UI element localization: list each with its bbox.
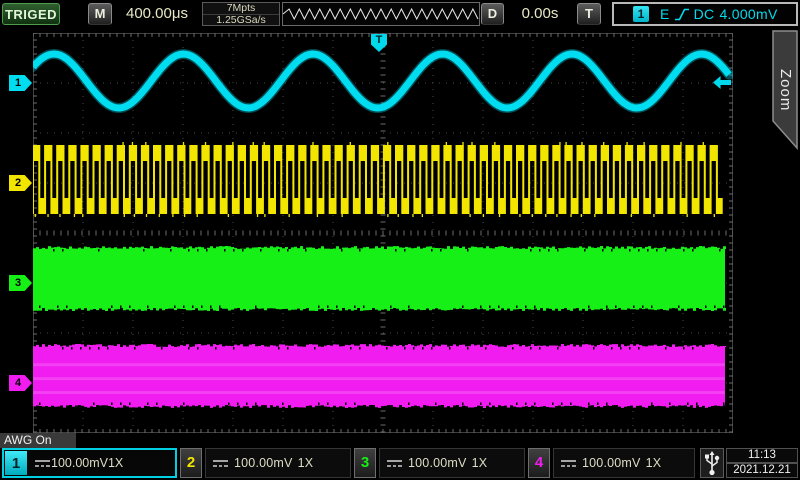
channel-2-badge[interactable]: 2 xyxy=(180,448,202,478)
acquisition-info-box: 7Mpts 1.25GSa/s xyxy=(202,2,280,26)
channel-1-status-block[interactable]: 1 100.00mV 1X xyxy=(2,448,177,478)
dc-coupling-icon xyxy=(212,458,229,468)
sample-rate: 1.25GSa/s xyxy=(203,15,279,26)
clock-date: 2021.12.21 xyxy=(726,463,798,478)
delay-menu-button[interactable]: D xyxy=(481,3,504,25)
usb-status-box xyxy=(700,448,724,478)
trigger-type-label: E xyxy=(660,6,670,22)
channel-3-scale: 100.00mV xyxy=(408,456,467,470)
trigger-info-box: 1 E DC 4.000mV xyxy=(612,2,798,26)
rising-edge-icon xyxy=(674,7,690,22)
timebase-readout: 400.00μs xyxy=(112,3,202,25)
trigger-level-readout: 4.000mV xyxy=(719,6,777,22)
channel-3-status-block[interactable]: 100.00mV 1X xyxy=(379,448,525,478)
waveform-preview-zigzag-icon xyxy=(283,3,479,25)
oscilloscope-screen: TRIGED M 400.00μs 7Mpts 1.25GSa/s D 0.00… xyxy=(0,0,800,480)
usb-icon xyxy=(704,450,720,476)
channel-2-position-marker[interactable]: 2 xyxy=(9,175,32,191)
trigger-source-channel-badge: 1 xyxy=(633,6,649,22)
channel-2-probe: 1X xyxy=(298,456,314,470)
channel-1-scale: 100.00mV xyxy=(51,456,108,470)
waveform-preview xyxy=(282,2,480,26)
dc-coupling-icon xyxy=(34,458,51,468)
clock-time: 11:13 xyxy=(726,448,798,463)
awg-status-label: AWG On xyxy=(0,433,76,448)
channel-4-badge[interactable]: 4 xyxy=(528,448,550,478)
channel-4-status-block[interactable]: 100.00mV 1X xyxy=(553,448,695,478)
channel-2-status-block[interactable]: 100.00mV 1X xyxy=(205,448,351,478)
channel-4-scale: 100.00mV xyxy=(582,456,641,470)
trigger-menu-button[interactable]: T xyxy=(577,3,601,25)
graticule-and-waveforms xyxy=(33,33,733,433)
channel-3-probe: 1X xyxy=(472,456,488,470)
channel-2-scale: 100.00mV xyxy=(234,456,293,470)
channel-3-badge[interactable]: 3 xyxy=(354,448,376,478)
channel-1-badge[interactable]: 1 xyxy=(5,451,27,475)
channel-4-probe: 1X xyxy=(646,456,662,470)
trigger-coupling-label: DC xyxy=(694,6,715,22)
zoom-tab-label: Zoom xyxy=(776,52,794,128)
horizontal-menu-button[interactable]: M xyxy=(88,3,112,25)
channel-3-position-marker[interactable]: 3 xyxy=(9,275,32,291)
channel-1-position-marker[interactable]: 1 xyxy=(9,75,32,91)
top-status-bar: TRIGED M 400.00μs 7Mpts 1.25GSa/s D 0.00… xyxy=(0,0,800,29)
trigger-status-badge: TRIGED xyxy=(2,3,60,25)
zoom-side-tab[interactable]: Zoom xyxy=(772,30,798,150)
dc-coupling-icon xyxy=(386,458,403,468)
channel-1-probe: 1X xyxy=(108,456,123,470)
horizontal-delay-readout: 0.00s xyxy=(505,3,575,25)
channel-4-position-marker[interactable]: 4 xyxy=(9,375,32,391)
dc-coupling-icon xyxy=(560,458,577,468)
